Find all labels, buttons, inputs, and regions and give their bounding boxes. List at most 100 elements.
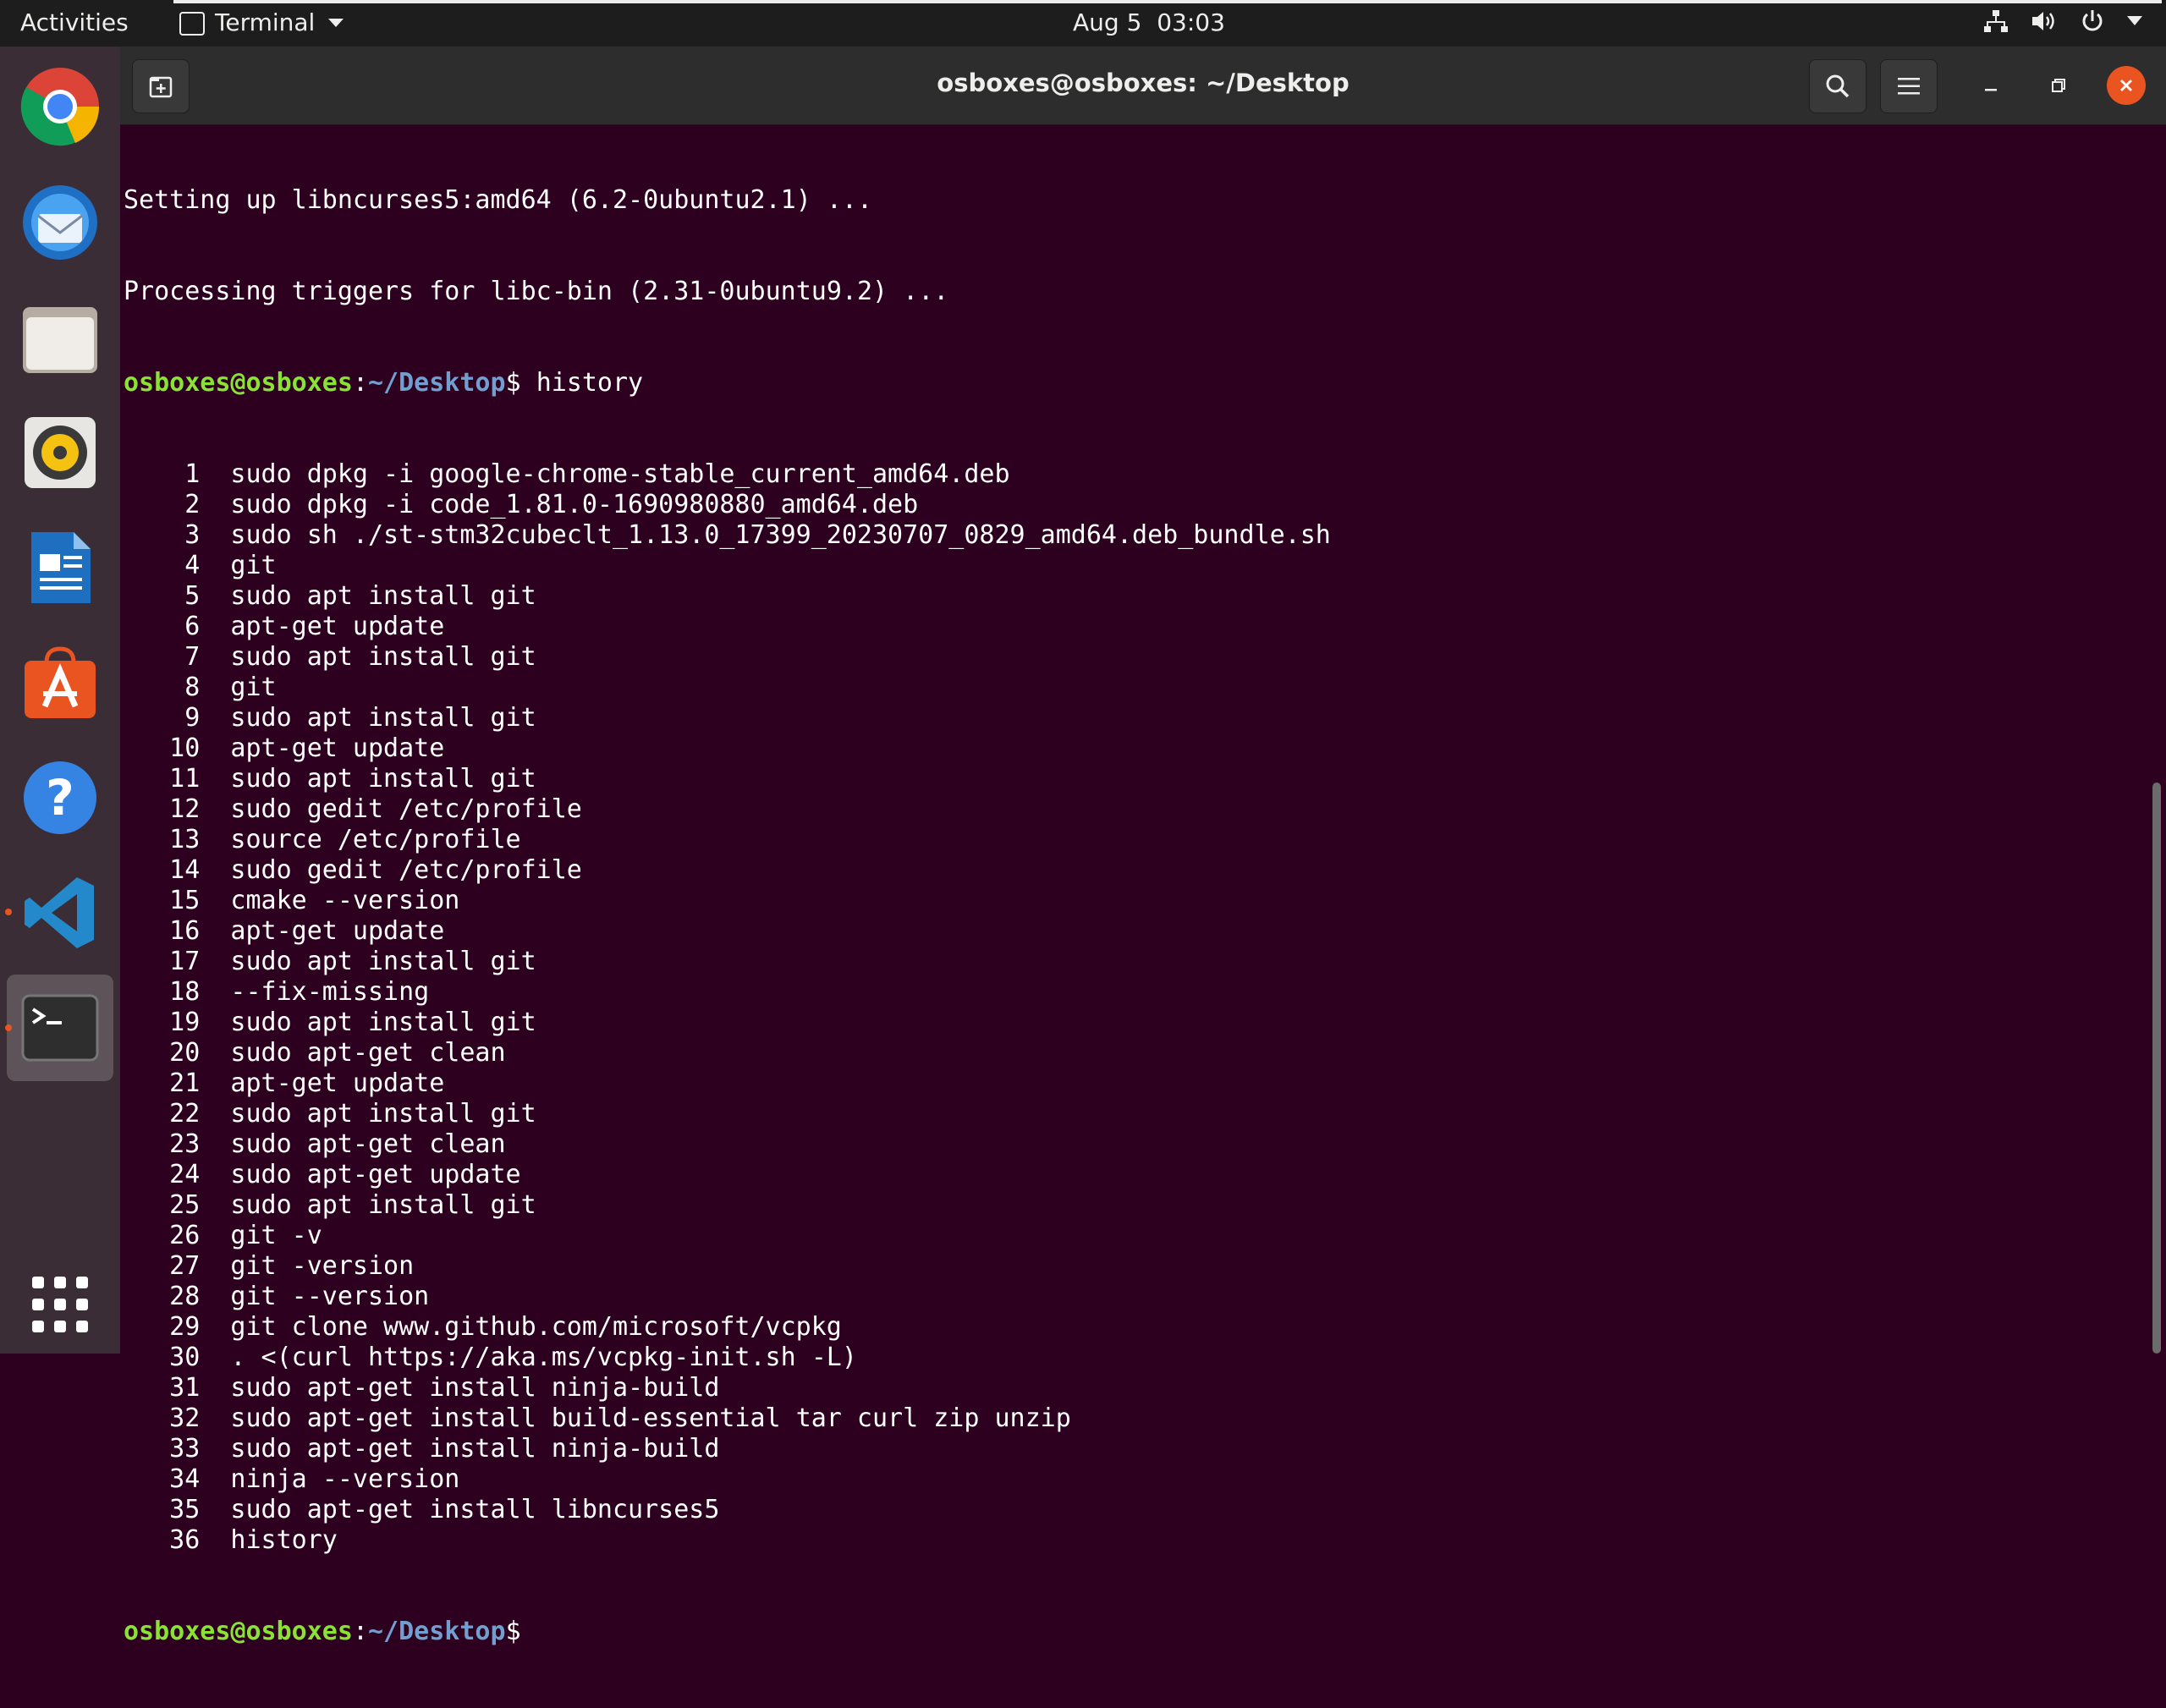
dock: ? [0, 47, 120, 1354]
dock-item-thunderbird[interactable] [14, 176, 107, 269]
history-entry: 36 history [124, 1525, 2137, 1556]
history-command: sudo apt install git [230, 1099, 536, 1129]
restore-icon [2052, 79, 2065, 92]
history-entry: 14 sudo gedit /etc/profile [124, 855, 2137, 886]
prompt-separator: : [352, 1617, 368, 1646]
history-entry: 22 sudo apt install git [124, 1099, 2137, 1129]
running-indicator [5, 909, 12, 915]
history-entry: 32 sudo apt-get install build-essential t… [124, 1403, 2137, 1434]
dock-item-chrome[interactable] [14, 60, 107, 153]
history-command: sudo apt-get install build-essential tar… [230, 1403, 1071, 1433]
dock-item-vscode[interactable] [14, 866, 107, 959]
history-command: sudo apt install git [230, 581, 536, 611]
vscode-icon [25, 877, 94, 948]
running-indicator [5, 1024, 12, 1031]
terminal-output[interactable]: Setting up libncurses5:amd64 (6.2-0ubunt… [124, 124, 2137, 1708]
history-entry: 24 sudo apt-get update [124, 1160, 2137, 1190]
search-button[interactable] [1809, 59, 1866, 113]
history-command: sudo apt-get install ninja-build [230, 1434, 720, 1464]
dock-item-software[interactable] [14, 636, 107, 729]
history-entry: 21 apt-get update [124, 1068, 2137, 1099]
history-entry: 31 sudo apt-get install ninja-build [124, 1373, 2137, 1403]
output-line: Processing triggers for libc-bin (2.31-0… [124, 277, 949, 306]
history-number: 36 [169, 1525, 201, 1555]
history-entry: 19 sudo apt install git [124, 1008, 2137, 1038]
close-button[interactable] [2107, 66, 2146, 105]
header-bar: osboxes@osboxes: ~/Desktop [120, 47, 2166, 125]
software-store-icon [25, 646, 96, 718]
history-number: 1 [184, 459, 201, 489]
history-entry: 6 apt-get update [124, 612, 2137, 642]
help-icon: ? [24, 761, 96, 834]
history-number: 34 [169, 1464, 201, 1494]
history-number: 33 [169, 1434, 201, 1464]
scrollbar[interactable] [2152, 783, 2161, 1354]
prompt-symbol: $ [505, 368, 536, 398]
history-command: . <(curl https://aka.ms/vcpkg-init.sh -L… [230, 1343, 857, 1372]
volume-icon [2032, 12, 2054, 30]
history-entry: 5 sudo apt install git [124, 581, 2137, 612]
history-number: 15 [169, 886, 201, 915]
terminal-icon [179, 11, 205, 36]
history-number: 4 [184, 551, 201, 580]
app-menu[interactable]: Terminal [179, 8, 344, 36]
history-entry: 29 git clone www.github.com/microsoft/vcp… [124, 1312, 2137, 1343]
history-command: sudo apt-get install libncurses5 [230, 1495, 720, 1524]
menu-button[interactable] [1880, 59, 1938, 113]
history-command: sudo dpkg -i google-chrome-stable_curren… [230, 459, 1010, 489]
history-command: sudo dpkg -i code_1.81.0-1690980880_amd6… [230, 490, 919, 519]
activities-button[interactable]: Activities [20, 8, 129, 36]
history-command: sudo apt install git [230, 703, 536, 733]
history-number: 35 [169, 1495, 201, 1524]
history-entry: 35 sudo apt-get install libncurses5 [124, 1495, 2137, 1525]
history-command: git clone www.github.com/microsoft/vcpkg [230, 1312, 842, 1342]
show-applications-button[interactable] [14, 1258, 107, 1351]
history-command: apt-get update [230, 733, 445, 763]
dock-item-help[interactable]: ? [14, 751, 107, 844]
history-number: 32 [169, 1403, 201, 1433]
dock-item-files[interactable] [14, 291, 107, 384]
prompt-path: ~/Desktop [368, 1617, 506, 1646]
prompt-separator: : [352, 368, 368, 398]
network-icon [1984, 10, 2008, 32]
history-entry: 28 git --version [124, 1282, 2137, 1312]
clock[interactable]: Aug 5 03:03 [1073, 8, 1225, 36]
history-entry: 3 sudo sh ./st-stm32cubeclt_1.13.0_17399_… [124, 520, 2137, 551]
hamburger-menu-icon [1898, 78, 1920, 95]
history-entry: 9 sudo apt install git [124, 703, 2137, 733]
history-number: 10 [169, 733, 201, 763]
minimize-icon [1985, 89, 1997, 91]
history-command: ninja --version [230, 1464, 460, 1494]
close-icon [2120, 80, 2132, 91]
history-entry: 12 sudo gedit /etc/profile [124, 794, 2137, 825]
history-entry: 23 sudo apt-get clean [124, 1129, 2137, 1160]
thunderbird-icon [23, 185, 97, 260]
history-number: 25 [169, 1190, 201, 1220]
history-number: 14 [169, 855, 201, 885]
history-number: 3 [184, 520, 201, 550]
history-entry: 18 --fix-missing [124, 977, 2137, 1008]
maximize-button[interactable] [2039, 66, 2078, 105]
dock-item-rhythmbox[interactable] [14, 406, 107, 499]
history-entry: 10 apt-get update [124, 733, 2137, 764]
typed-command: history [536, 368, 644, 398]
dock-item-writer[interactable] [14, 521, 107, 614]
history-entry: 7 sudo apt install git [124, 642, 2137, 673]
history-command: git [230, 673, 277, 702]
system-tray[interactable] [1983, 8, 2142, 34]
history-command: sudo apt install git [230, 947, 536, 976]
history-number: 2 [184, 490, 201, 519]
top-bar-accent [173, 0, 2162, 3]
top-bar: Activities Terminal Aug 5 03:03 [0, 0, 2166, 47]
history-entry: 25 sudo apt install git [124, 1190, 2137, 1221]
history-command: apt-get update [230, 1068, 445, 1098]
dock-item-terminal[interactable] [7, 975, 113, 1081]
history-entry: 20 sudo apt-get clean [124, 1038, 2137, 1068]
prompt-user: osboxes@osboxes [124, 1617, 353, 1646]
history-number: 28 [169, 1282, 201, 1311]
terminal-window: osboxes@osboxes: ~/Desktop Setting up li… [120, 47, 2166, 1646]
minimize-button[interactable] [1971, 66, 2010, 105]
history-command: sudo gedit /etc/profile [230, 794, 582, 824]
svg-text:?: ? [46, 769, 74, 827]
history-command: sudo sh ./st-stm32cubeclt_1.13.0_17399_2… [230, 520, 1331, 550]
